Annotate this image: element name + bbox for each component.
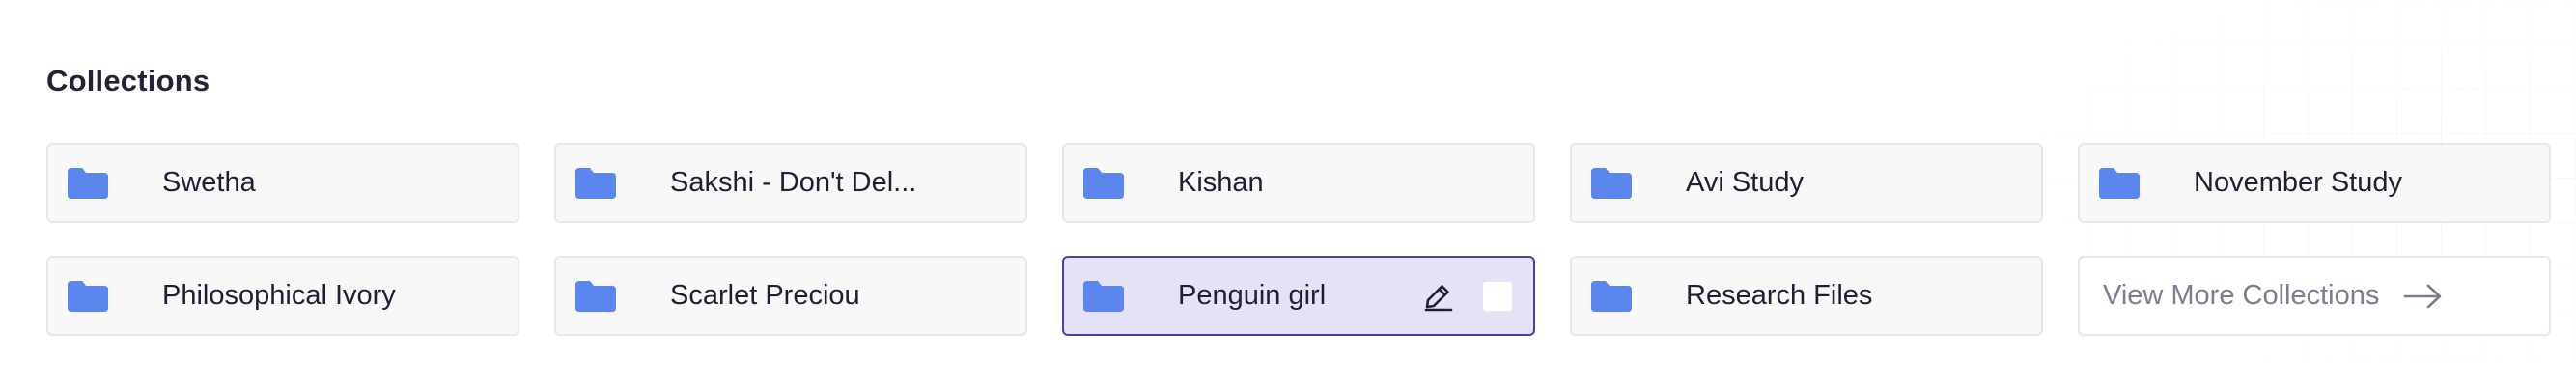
- folder-icon: [575, 167, 616, 199]
- folder-icon: [1083, 167, 1124, 199]
- collection-label: Avi Study: [1686, 167, 1804, 198]
- collections-grid: Swetha Sakshi - Don't Del... Kishan Avi …: [46, 143, 2551, 336]
- view-more-label: View More Collections: [2103, 280, 2380, 311]
- collection-label: Philosophical Ivory: [162, 280, 396, 311]
- folder-icon: [68, 280, 108, 312]
- collection-label: Penguin girl: [1178, 280, 1327, 311]
- collection-card-scarlet-preciou[interactable]: Scarlet Preciou: [554, 256, 1027, 336]
- collection-card-philosophical-ivory[interactable]: Philosophical Ivory: [46, 256, 519, 336]
- collection-label: Scarlet Preciou: [670, 280, 860, 311]
- collection-label: November Study: [2194, 167, 2402, 198]
- collection-card-sakshi[interactable]: Sakshi - Don't Del...: [554, 143, 1027, 223]
- folder-icon: [1591, 280, 1632, 312]
- collection-card-november-study[interactable]: November Study: [2078, 143, 2551, 223]
- select-checkbox[interactable]: [1483, 281, 1512, 311]
- collection-card-swetha[interactable]: Swetha: [46, 143, 519, 223]
- edit-icon[interactable]: [1421, 280, 1454, 313]
- collection-label: Research Files: [1686, 280, 1873, 311]
- folder-icon: [68, 167, 108, 199]
- collection-card-kishan[interactable]: Kishan: [1062, 143, 1535, 223]
- collection-label: Sakshi - Don't Del...: [670, 167, 917, 198]
- collection-label: Kishan: [1178, 167, 1264, 198]
- arrow-right-icon: [2402, 282, 2445, 311]
- card-actions: [1421, 280, 1512, 313]
- folder-icon: [1591, 167, 1632, 199]
- folder-icon: [2099, 167, 2140, 199]
- collection-card-avi-study[interactable]: Avi Study: [1570, 143, 2043, 223]
- collection-label: Swetha: [162, 167, 256, 198]
- collection-card-research-files[interactable]: Research Files: [1570, 256, 2043, 336]
- folder-icon: [1083, 280, 1124, 312]
- section-title: Collections: [46, 64, 210, 98]
- collection-card-penguin-girl[interactable]: Penguin girl: [1062, 256, 1535, 336]
- view-more-collections-button[interactable]: View More Collections: [2078, 256, 2551, 336]
- collections-page: Collections Swetha Sakshi - Don't Del...…: [0, 0, 2576, 390]
- folder-icon: [575, 280, 616, 312]
